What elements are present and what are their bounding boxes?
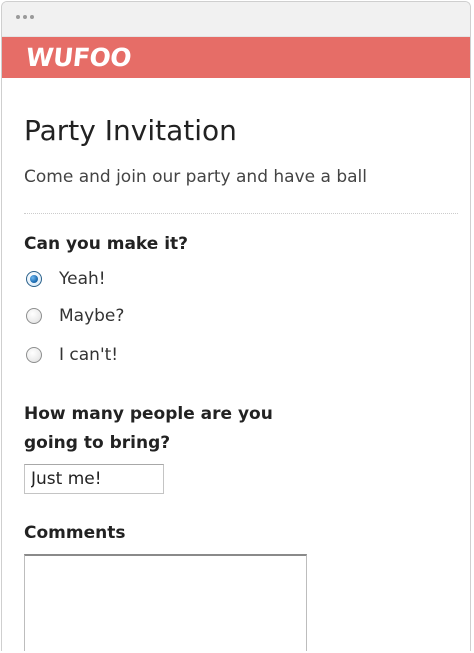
window-dot xyxy=(23,15,27,19)
ellipsis-icon xyxy=(16,15,34,19)
radio-button[interactable] xyxy=(26,347,42,363)
browser-window: WUFOO Party Invitation Come and join our… xyxy=(1,1,471,651)
comments-textarea[interactable] xyxy=(24,554,307,651)
radio-button[interactable] xyxy=(26,308,42,324)
brand-header: WUFOO xyxy=(2,37,470,78)
window-title-bar xyxy=(2,2,470,37)
window-dot xyxy=(30,15,34,19)
radio-option-label: I can't! xyxy=(59,345,119,365)
radio-button-checked[interactable] xyxy=(26,271,42,287)
guests-question-label: How many people are you going to bring? xyxy=(24,404,273,453)
form-description: Come and join our party and have a ball xyxy=(24,167,367,187)
window-dot xyxy=(16,15,20,19)
radio-option-yeah[interactable]: Yeah! xyxy=(24,266,106,292)
radio-option-label: Yeah! xyxy=(59,269,106,289)
header-divider xyxy=(24,213,458,214)
radio-option-cant[interactable]: I can't! xyxy=(24,342,118,368)
comments-label: Comments xyxy=(24,523,126,543)
attendance-question-label: Can you make it? xyxy=(24,234,189,254)
wufoo-logo[interactable]: WUFOO xyxy=(24,39,133,77)
form-title: Party Invitation xyxy=(24,114,237,147)
radio-option-label: Maybe? xyxy=(59,306,125,326)
radio-option-maybe[interactable]: Maybe? xyxy=(24,303,124,329)
guests-input[interactable] xyxy=(24,464,164,494)
